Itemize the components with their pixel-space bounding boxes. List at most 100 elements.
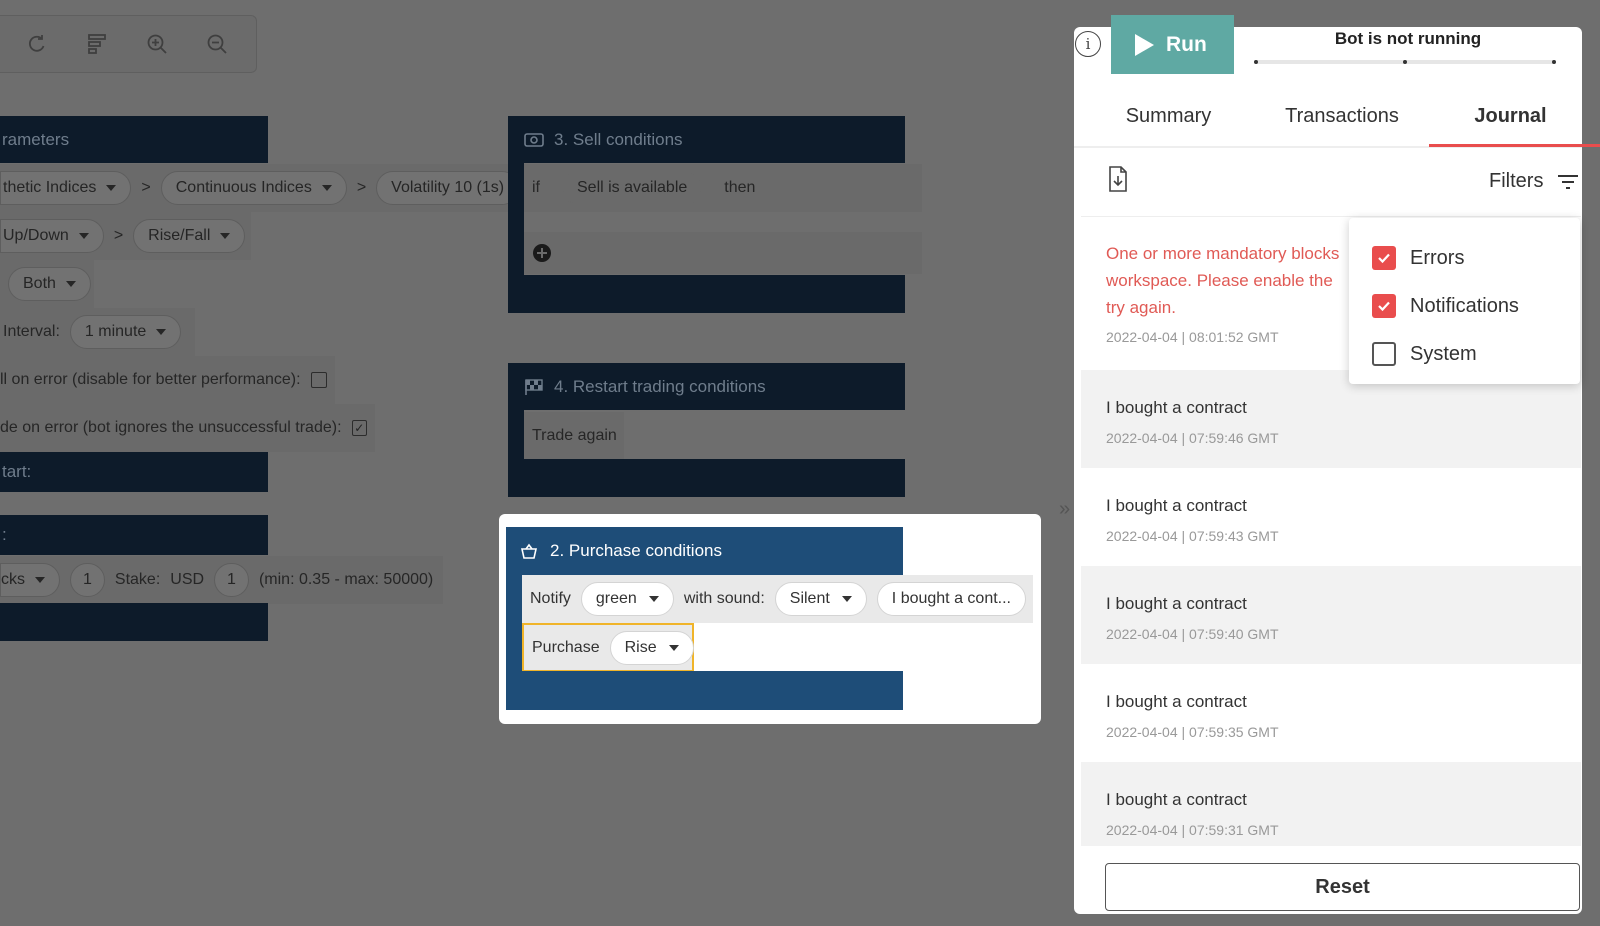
tab-summary[interactable]: Summary	[1081, 86, 1256, 146]
trade-options-row: cks 1 Stake: USD 1 (min: 0.35 - max: 500…	[0, 556, 443, 604]
info-icon[interactable]: i	[1075, 31, 1101, 57]
sell-conditions-header: 3. Sell conditions	[508, 116, 905, 163]
restart-conditions-footer	[508, 459, 905, 497]
purchase-row: Purchase Rise	[522, 623, 694, 672]
trade-parameters-header: rameters	[0, 116, 268, 163]
submarket-dropdown[interactable]: Continuous Indices	[160, 171, 347, 205]
then-label: then	[724, 179, 756, 196]
restart-conditions-header: 4. Restart trading conditions	[508, 363, 905, 410]
tab-journal[interactable]: Journal	[1428, 86, 1593, 146]
bot-status: Bot is not running	[1234, 27, 1582, 74]
chevron-down-icon	[321, 185, 332, 191]
checkbox-checked-icon[interactable]	[1372, 294, 1396, 318]
chevron-down-icon	[65, 281, 76, 287]
zoom-out-icon[interactable]	[201, 28, 233, 60]
chevron-right-icon: >	[141, 179, 151, 196]
restart-last-trade-row: de on error (bot ignores the unsuccessfu…	[0, 404, 375, 452]
status-progress-track	[1254, 60, 1556, 64]
duration-input[interactable]: 1	[70, 563, 105, 597]
basket-icon	[521, 543, 537, 559]
workspace-toolbar	[0, 15, 257, 73]
chevron-down-icon	[220, 233, 231, 239]
stake-label: Stake:	[114, 571, 161, 588]
journal-entry: I bought a contract 2022-04-04 | 07:59:4…	[1081, 370, 1581, 468]
purchase-conditions-header: 2. Purchase conditions	[506, 527, 903, 575]
tab-transactions[interactable]: Transactions	[1256, 86, 1428, 146]
filter-option-system[interactable]: System	[1372, 330, 1580, 378]
duration-unit-dropdown[interactable]: cks	[0, 563, 60, 597]
restart-on-error-row: ll on error (disable for better performa…	[0, 356, 335, 404]
zoom-in-icon[interactable]	[141, 28, 173, 60]
purchase-label: Purchase	[532, 638, 600, 656]
collapse-panel-icon[interactable]: »	[1059, 498, 1070, 521]
notify-color-dropdown[interactable]: green	[580, 582, 674, 616]
notify-row: Notify green with sound: Silent I bought…	[522, 575, 1033, 623]
market-dropdown[interactable]: thetic Indices	[0, 171, 132, 205]
filters-button[interactable]: Filters	[1489, 170, 1579, 193]
chevron-right-icon: >	[113, 227, 124, 244]
filter-option-notifications[interactable]: Notifications	[1372, 282, 1580, 330]
journal-entry: I bought a contract 2022-04-04 | 07:59:4…	[1081, 566, 1581, 664]
currency-label: USD	[170, 571, 205, 588]
download-icon[interactable]	[1107, 166, 1129, 197]
sell-condition-row: if Sell is available then	[524, 164, 922, 212]
restart-last-trade-checkbox[interactable]: ✓	[351, 420, 367, 436]
run-once-header: tart:	[0, 452, 268, 492]
chevron-down-icon	[648, 596, 659, 602]
with-sound-label: with sound:	[683, 590, 765, 607]
journal-entry: I bought a contract 2022-04-04 | 07:59:3…	[1081, 762, 1581, 846]
purchase-conditions-footer	[506, 671, 903, 710]
sell-add-row	[524, 232, 922, 274]
interval-label: Interval:	[3, 323, 60, 340]
contract-type-dropdown[interactable]: Both	[8, 267, 91, 301]
notify-message-field[interactable]: I bought a cont...	[876, 582, 1026, 616]
filter-icon	[1558, 174, 1579, 189]
journal-entry: I bought a contract 2022-04-04 | 07:59:4…	[1106, 496, 1279, 544]
interval-dropdown[interactable]: 1 minute	[69, 315, 182, 349]
run-button[interactable]: Run	[1111, 15, 1234, 74]
chevron-down-icon	[156, 329, 167, 335]
journal-entry: I bought a contract 2022-04-04 | 07:59:3…	[1106, 692, 1279, 740]
notify-label: Notify	[530, 590, 571, 607]
reset-button[interactable]: Reset	[1105, 863, 1580, 911]
stake-range-text: (min: 0.35 - max: 50000)	[258, 571, 434, 588]
money-icon	[524, 132, 544, 147]
sell-conditions-footer	[508, 275, 905, 313]
trade-category-dropdown[interactable]: Up/Down	[0, 219, 104, 253]
filters-dropdown: Errors Notifications System	[1349, 218, 1580, 384]
chevron-down-icon	[668, 644, 679, 651]
trade-type-row: Up/Down > Rise/Fall	[0, 212, 251, 260]
restart-on-error-checkbox[interactable]	[310, 372, 327, 388]
restart-on-error-label: ll on error (disable for better performa…	[0, 371, 301, 388]
trade-options-header: :	[0, 515, 268, 555]
trade-type-dropdown[interactable]: Rise/Fall	[133, 219, 246, 253]
interval-row: Interval: 1 minute	[0, 308, 195, 356]
chevron-down-icon	[78, 233, 89, 239]
market-selector-row: thetic Indices > Continuous Indices > Vo…	[0, 164, 520, 212]
purchase-type-dropdown[interactable]: Rise	[609, 630, 694, 665]
stake-input[interactable]: 1	[214, 563, 249, 597]
chevron-down-icon	[841, 596, 852, 602]
chevron-right-icon: >	[356, 179, 367, 196]
redo-icon[interactable]	[21, 28, 53, 60]
toolbar-divider	[1081, 216, 1581, 217]
sound-dropdown[interactable]: Silent	[774, 582, 867, 616]
play-icon	[1135, 33, 1154, 56]
sell-is-available-block[interactable]: Sell is available	[562, 171, 703, 205]
chevron-down-icon	[106, 185, 117, 191]
filter-option-errors[interactable]: Errors	[1372, 234, 1580, 282]
checkbox-checked-icon[interactable]	[1372, 246, 1396, 270]
restart-last-trade-label: de on error (bot ignores the unsuccessfu…	[0, 419, 342, 436]
if-label: if	[532, 179, 540, 196]
chevron-down-icon	[35, 577, 45, 583]
bot-status-text: Bot is not running	[1334, 29, 1482, 48]
trade-again-block[interactable]: Trade again	[524, 412, 624, 460]
symbol-dropdown[interactable]: Volatility 10 (1s)	[376, 171, 520, 205]
add-circle-icon[interactable]	[532, 243, 552, 263]
contract-type-row: Both	[0, 260, 94, 308]
checkbox-unchecked-icon[interactable]	[1372, 342, 1396, 366]
trade-parameters-footer	[0, 603, 268, 641]
checkered-flag-icon	[525, 378, 543, 395]
active-tab-indicator	[1429, 144, 1600, 147]
sort-icon[interactable]	[81, 28, 113, 60]
